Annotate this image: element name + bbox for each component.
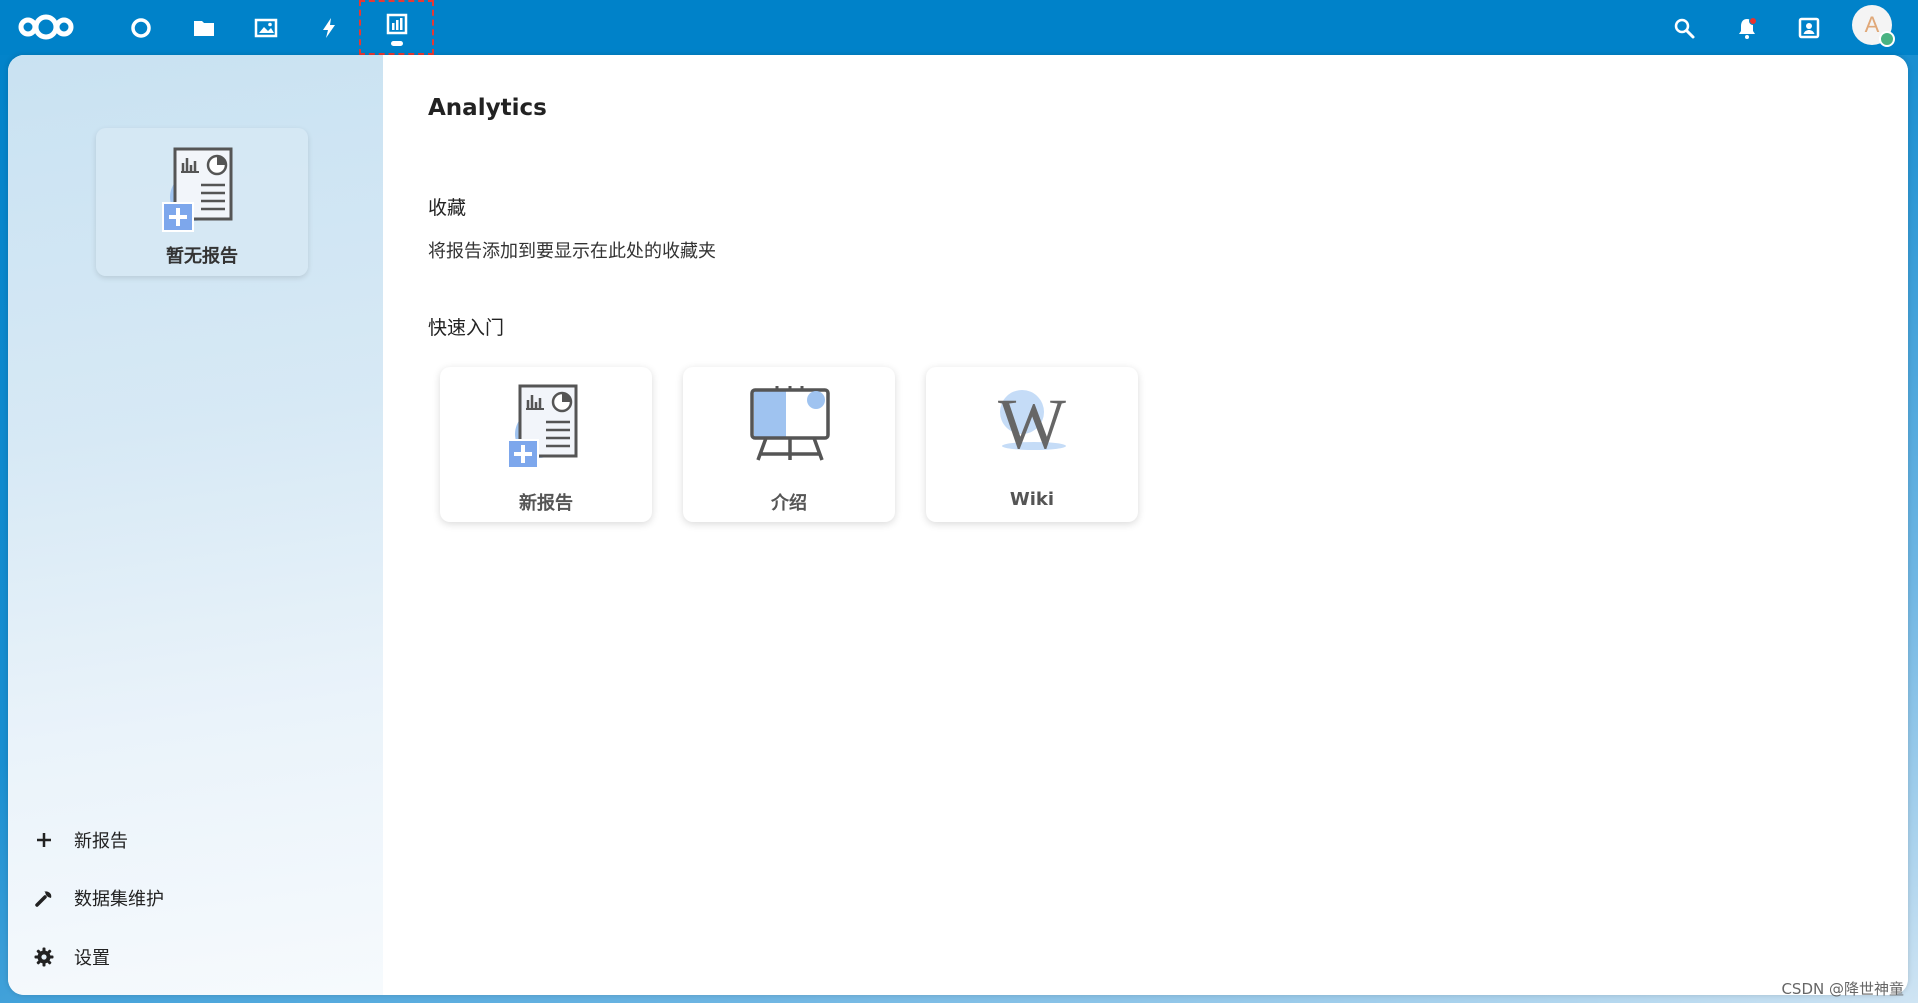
- favorites-empty-description: 将报告添加到要显示在此处的收藏夹: [428, 241, 716, 262]
- quickstart-section-title: 快速入门: [428, 317, 505, 339]
- quickstart-card-label: 新报告: [519, 493, 573, 514]
- nextcloud-logo-icon[interactable]: [16, 6, 76, 48]
- favorites-section-title: 收藏: [428, 197, 467, 219]
- sidebar-item-dataset-maintenance[interactable]: 数据集维护: [28, 876, 358, 920]
- sidebar-item-label: 数据集维护: [74, 889, 164, 910]
- no-reports-card[interactable]: 暂无报告: [96, 128, 308, 276]
- quickstart-card-label: Wiki: [1009, 489, 1055, 510]
- files-app-icon[interactable]: [176, 0, 232, 55]
- report-document-icon: [161, 145, 241, 239]
- sidebar-item-new-report[interactable]: 新报告: [28, 818, 358, 862]
- svg-text:W: W: [998, 384, 1066, 464]
- wikipedia-icon: W: [926, 382, 1138, 472]
- quickstart-card-new-report[interactable]: 新报告: [440, 367, 652, 522]
- quickstart-card-label: 介绍: [771, 493, 807, 514]
- sidebar-item-label: 设置: [74, 948, 110, 969]
- user-avatar[interactable]: A: [1852, 5, 1895, 47]
- gear-icon: [28, 947, 60, 967]
- online-status-badge: [1879, 31, 1895, 47]
- avatar-initial: A: [1864, 12, 1880, 37]
- activity-app-icon[interactable]: [301, 0, 357, 55]
- watermark-text: CSDN @降世神童: [1781, 980, 1904, 998]
- wrench-icon: [28, 888, 60, 908]
- new-report-icon: [440, 382, 652, 472]
- page-title: Analytics: [428, 95, 547, 121]
- quickstart-card-wiki[interactable]: W Wiki: [926, 367, 1138, 522]
- presentation-icon: [683, 382, 895, 472]
- no-reports-label: 暂无报告: [166, 246, 238, 267]
- contacts-icon[interactable]: [1781, 0, 1837, 55]
- analytics-app-icon[interactable]: [359, 0, 434, 55]
- active-app-indicator: [390, 41, 403, 46]
- main-content: Analytics 收藏 将报告添加到要显示在此处的收藏夹 快速入门 新报告 介…: [383, 55, 1908, 995]
- quickstart-card-intro[interactable]: 介绍: [683, 367, 895, 522]
- app-navigation-sidebar: 暂无报告 新报告 数据集维护 设置: [8, 55, 383, 995]
- search-icon[interactable]: [1656, 0, 1712, 55]
- plus-icon: [28, 831, 60, 849]
- sidebar-item-label: 新报告: [74, 831, 128, 852]
- app-window: 暂无报告 新报告 数据集维护 设置 Analytics 收藏 将报告添加到要显示…: [8, 55, 1908, 995]
- top-header: A: [0, 0, 1918, 55]
- dashboard-app-icon[interactable]: [113, 0, 169, 55]
- sidebar-item-settings[interactable]: 设置: [28, 935, 358, 979]
- photos-app-icon[interactable]: [238, 0, 294, 55]
- notifications-bell-icon[interactable]: [1719, 0, 1775, 55]
